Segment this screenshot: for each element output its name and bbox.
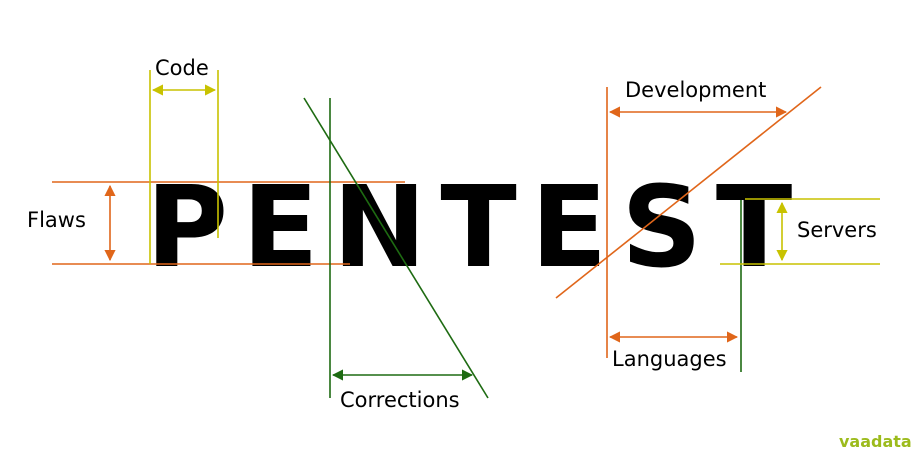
- vaadata-logo: vaadata: [839, 432, 912, 451]
- servers-label: Servers: [797, 218, 877, 242]
- flaws-label: Flaws: [27, 208, 86, 232]
- diagram-svg: PENTEST Flaws Code Corrections Developme…: [27, 56, 912, 451]
- corrections-label: Corrections: [340, 388, 460, 412]
- code-label: Code: [155, 56, 209, 80]
- diagram-canvas: PENTEST Flaws Code Corrections Developme…: [0, 0, 917, 459]
- languages-label: Languages: [612, 347, 727, 371]
- development-label: Development: [625, 78, 766, 102]
